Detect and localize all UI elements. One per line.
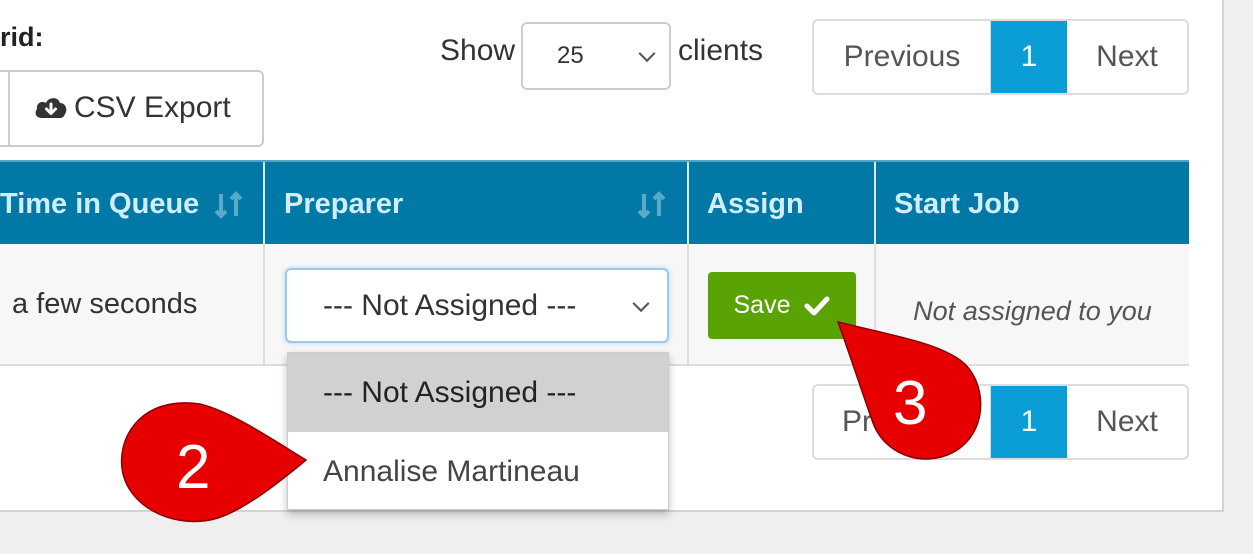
callout-2-marker [120,402,308,523]
callout-3-number: 3 [893,369,928,438]
callout-2-number: 2 [176,433,211,502]
